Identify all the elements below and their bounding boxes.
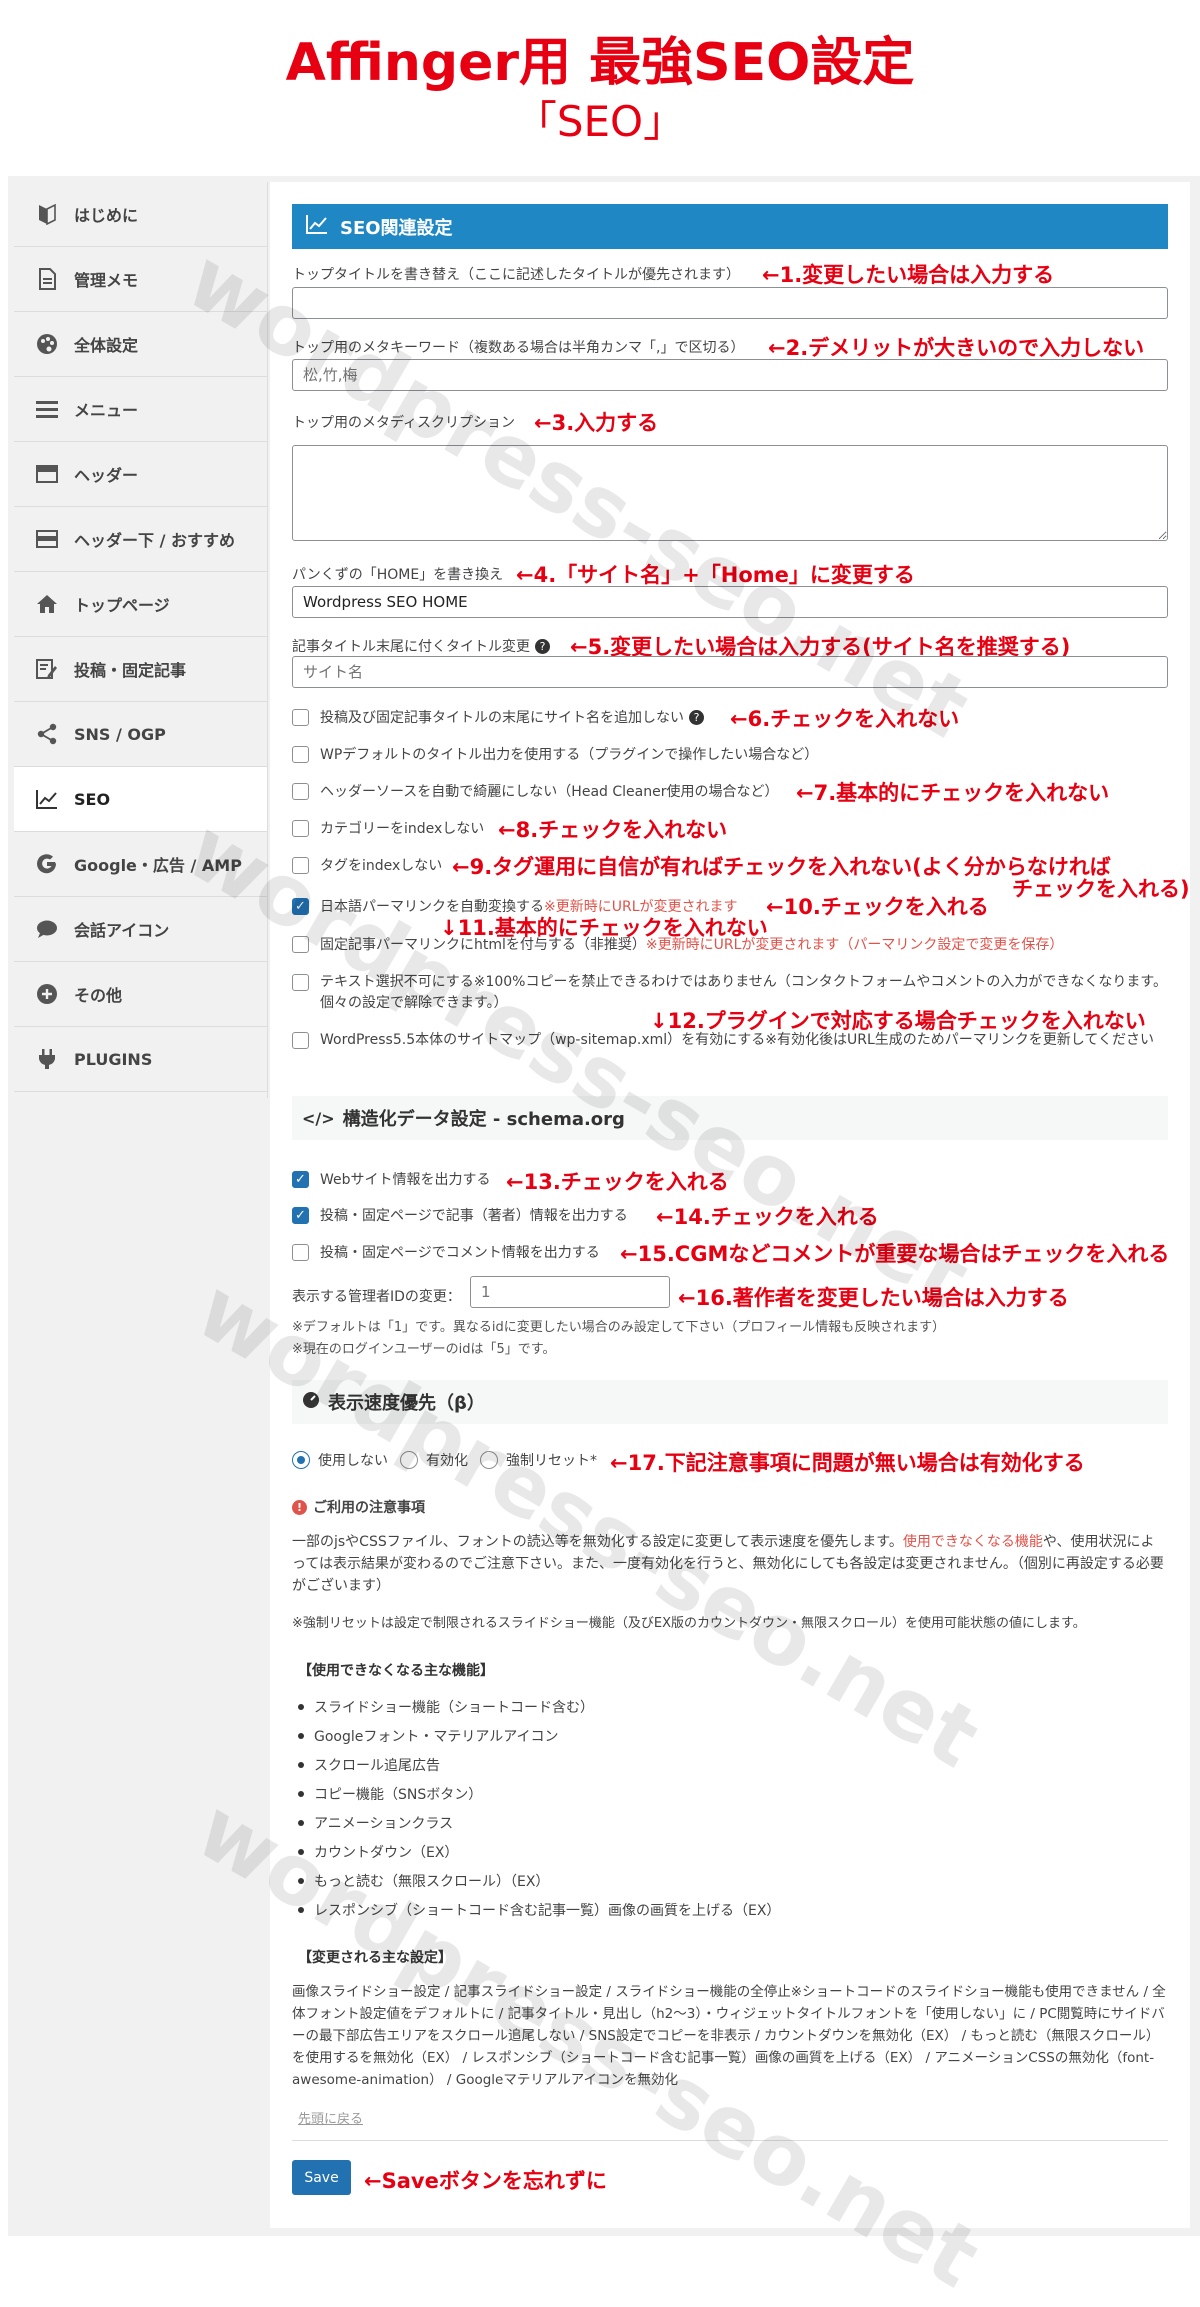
sidebar-item-other[interactable]: その他 (14, 962, 267, 1027)
help-icon[interactable]: ? (535, 638, 550, 654)
annotation-8: ←8.チェックを入れない (498, 818, 728, 842)
seo-section-title: SEO関連設定 (340, 217, 453, 239)
title-suffix-label-row: 記事タイトル末尾に付くタイトル変更? (292, 636, 550, 656)
list-item: スクロール追尾広告 (298, 1755, 440, 1775)
checkbox-row-header-source[interactable]: ヘッダーソースを自動で綺麗にしない（Head Cleaner使用の場合など） (292, 781, 778, 801)
annotation-1: ←1.変更したい場合は入力する (762, 263, 1055, 287)
sidebar-item-label: その他 (74, 986, 123, 1005)
unusable-heading: 【使用できなくなる主な機能】 (298, 1663, 494, 1679)
checkbox[interactable] (292, 745, 309, 763)
checkbox[interactable] (292, 974, 309, 991)
sidebar-item-toppage[interactable]: トップページ (14, 572, 267, 637)
checkbox-row-wp-default-title[interactable]: WPデフォルトのタイトル出力を使用する（プラグインで操作したい場合など） (292, 744, 818, 764)
checkbox-row-no-sitename[interactable]: 投稿及び固定記事タイトルの末尾にサイト名を追加しない? (292, 707, 704, 727)
radio-button-selected[interactable] (292, 1451, 310, 1469)
header-below-layout-icon (34, 526, 60, 552)
sidebar-item-label: PLUGINS (74, 1049, 153, 1069)
home-icon (34, 591, 60, 617)
google-icon (34, 851, 60, 877)
menu-icon (34, 396, 60, 422)
list-item: スライドショー機能（ショートコード含む） (298, 1697, 594, 1717)
checkbox-label: 投稿・固定ページで記事（著者）情報を出力する (320, 1208, 628, 1224)
checkbox-row-website-info[interactable]: ✓ Webサイト情報を出力する (292, 1169, 491, 1189)
sidebar-item-label: メニュー (74, 401, 139, 420)
annotation-7: ←7.基本的にチェックを入れない (796, 781, 1110, 805)
title-suffix-input[interactable] (292, 656, 1168, 688)
sidebar-item-label: SNS / OGP (74, 724, 166, 744)
unusable-features-link[interactable]: 使用できなくなる機能 (903, 1534, 1043, 1550)
breadcrumb-home-label: パンくずの「HOME」を書き換え (292, 567, 504, 583)
list-item: コピー機能（SNSボタン） (297, 1784, 482, 1804)
edit-post-icon (34, 656, 60, 682)
checkbox-row-wp-sitemap[interactable]: WordPress5.5本体のサイトマップ（wp-sitemap.xml）を有効… (292, 1030, 1168, 1051)
alert-icon: ! (292, 1499, 307, 1515)
back-to-top-link[interactable]: 先頭に戻る (298, 2108, 363, 2127)
notice-title-row: ! ご利用の注意事項 (292, 1497, 425, 1517)
checkbox-checked[interactable]: ✓ (292, 1170, 309, 1188)
sidebar-item-label: トップページ (74, 596, 170, 615)
sidebar-item-header[interactable]: ヘッダー (14, 442, 267, 507)
annotation-9-continued: チェックを入れる) (1012, 877, 1190, 901)
admin-id-input[interactable] (470, 1276, 670, 1308)
share-icon (34, 721, 60, 747)
save-button[interactable]: Save (292, 2160, 351, 2195)
sidebar-item-menu[interactable]: メニュー (14, 377, 267, 442)
code-icon: </> (302, 1108, 335, 1128)
sidebar-item-label: 管理メモ (74, 271, 139, 290)
checkbox-checked[interactable]: ✓ (292, 1206, 309, 1224)
checkbox-label: 投稿及び固定記事タイトルの末尾にサイト名を追加しない (320, 710, 684, 726)
top-title-label: トップタイトルを書き替え（ここに記述したタイトルが優先されます） (292, 267, 740, 283)
list-item: Googleフォント・マテリアルアイコン (298, 1726, 559, 1746)
chart-line-icon (34, 786, 60, 812)
admin-id-note-1: ※デフォルトは「1」です。異なるidに変更したい場合のみ設定して下さい（プロフィ… (292, 1320, 946, 1335)
sidebar-item-sns[interactable]: SNS / OGP (14, 702, 267, 767)
sidebar-item-label: 全体設定 (74, 336, 139, 355)
sidebar-item-posts[interactable]: 投稿・固定記事 (14, 637, 267, 702)
sidebar-item-label: はじめに (74, 206, 139, 225)
annotation-2: ←2.デメリットが大きいので入力しない (768, 336, 1145, 360)
palette-icon (34, 331, 60, 357)
checkbox[interactable] (292, 782, 309, 800)
checkbox-warning: ※更新時にURLが変更されます（パーマリンク設定で変更を保存） (645, 937, 1064, 953)
beginner-mark-icon (34, 201, 60, 227)
speech-bubble-icon (34, 916, 60, 942)
list-item: アニメーションクラス (297, 1813, 453, 1833)
page-heading-title: Affinger用 最強SEO設定 (285, 33, 915, 93)
checkbox-label: Webサイト情報を出力する (320, 1172, 491, 1188)
checkbox[interactable] (292, 708, 309, 726)
checkbox-label: ヘッダーソースを自動で綺麗にしない（Head Cleaner使用の場合など） (320, 784, 779, 800)
annotation-save: ←Saveボタンを忘れずに (364, 2169, 607, 2193)
checkbox-row-category-noindex[interactable]: カテゴリーをindexしない (292, 818, 484, 838)
checkbox[interactable] (292, 819, 309, 837)
document-icon (34, 266, 60, 292)
sidebar-item-plugins[interactable]: PLUGINS (14, 1027, 267, 1092)
top-title-input[interactable] (292, 287, 1168, 319)
checkbox-row-comment-info[interactable]: 投稿・固定ページでコメント情報を出力する (292, 1242, 600, 1262)
sidebar-item-label: ヘッダー (74, 466, 139, 485)
sidebar-item-label: 投稿・固定記事 (74, 661, 187, 680)
checkbox[interactable] (292, 1032, 309, 1049)
checkbox[interactable] (292, 1243, 309, 1261)
chart-line-icon (306, 214, 328, 239)
sidebar-item-header-below[interactable]: ヘッダー下 / おすすめ (14, 507, 267, 572)
seo-section-header: SEO関連設定 (292, 204, 1168, 249)
annotation-17: ←17.下記注意事項に問題が無い場合は有効化する (610, 1451, 1085, 1475)
title-suffix-label: 記事タイトル末尾に付くタイトル変更 (292, 639, 530, 655)
sidebar-item-label: ヘッダー下 / おすすめ (74, 531, 235, 550)
sidebar-item-label: 会話アイコン (74, 921, 170, 940)
sidebar-item-label: SEO (74, 789, 111, 809)
header-layout-icon (34, 461, 60, 487)
page-heading-subtitle: 「SEO」 (514, 97, 686, 146)
annotation-10: ←10.チェックを入れる (766, 895, 989, 919)
help-icon[interactable]: ? (689, 709, 704, 725)
checkbox-label: 投稿・固定ページでコメント情報を出力する (320, 1245, 600, 1261)
admin-id-label: 表示する管理者IDの変更： (292, 1289, 461, 1305)
plug-icon (34, 1046, 60, 1072)
checkbox-row-author-info[interactable]: ✓ 投稿・固定ページで記事（著者）情報を出力する (292, 1205, 628, 1225)
plus-circle-icon (34, 981, 60, 1007)
checkbox-label: カテゴリーをindexしない (320, 821, 485, 837)
notice-title: ご利用の注意事項 (313, 1500, 425, 1516)
checkbox-label: WPデフォルトのタイトル出力を使用する（プラグインで操作したい場合など） (320, 747, 819, 763)
